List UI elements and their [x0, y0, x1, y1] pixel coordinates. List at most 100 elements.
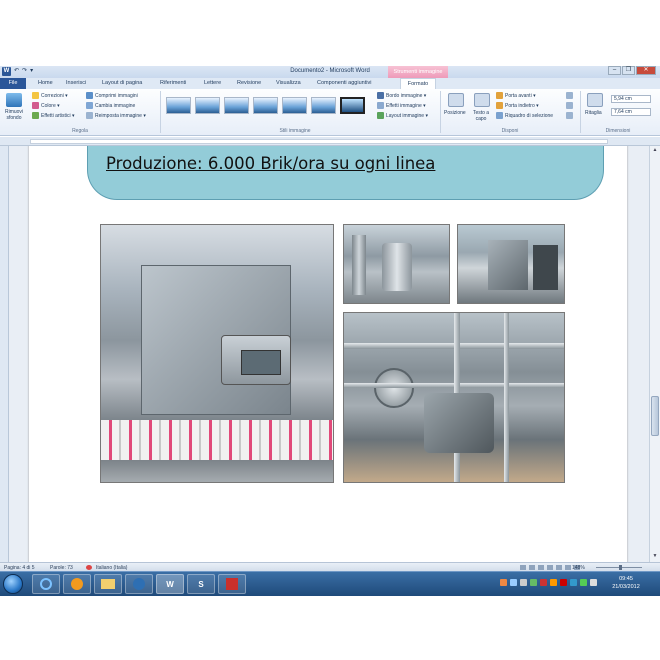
clock-time: 09:45: [619, 576, 633, 582]
group-icon[interactable]: [566, 102, 573, 109]
adjust-group-label: Regola: [72, 128, 88, 134]
layout-icon: [377, 112, 384, 119]
tray-icon[interactable]: [570, 579, 577, 586]
taskbar-ie-icon[interactable]: [32, 574, 60, 594]
tab-page-layout[interactable]: Layout di pagina: [102, 80, 142, 86]
tray-icon[interactable]: [510, 579, 517, 586]
palette-icon: [32, 102, 39, 109]
title-bar: W ↶ ↷ ▾ Documento2 - Microsoft Word Stru…: [0, 66, 660, 78]
taskbar-acrobat-icon[interactable]: [218, 574, 246, 594]
position-button[interactable]: Posizione: [444, 110, 466, 116]
horizontal-ruler[interactable]: [0, 137, 660, 146]
tray-icon[interactable]: [530, 579, 537, 586]
picture-border-button[interactable]: Bordo immagine ▾: [377, 92, 426, 99]
color-button[interactable]: Colore ▾: [32, 102, 60, 109]
tab-home[interactable]: Home: [38, 80, 53, 86]
remove-background-icon[interactable]: [6, 93, 22, 107]
corrections-button[interactable]: Correzioni ▾: [32, 92, 68, 99]
picture-style-thumb-selected[interactable]: [340, 97, 365, 114]
arrange-group-label: Disponi: [501, 128, 519, 134]
selection-pane-icon: [496, 112, 503, 119]
taskbar-media-player-icon[interactable]: [63, 574, 91, 594]
wrap-text-button[interactable]: Testo a capo: [470, 110, 492, 122]
taskbar-skype-icon[interactable]: S: [187, 574, 215, 594]
compress-pictures-button[interactable]: Comprimi immagini: [86, 92, 138, 99]
height-spinner[interactable]: 5,94 cm: [611, 95, 651, 103]
ribbon-separator: [580, 91, 581, 133]
system-clock[interactable]: 09:45 21/03/2012: [606, 575, 646, 591]
effects-icon: [377, 102, 384, 109]
selection-pane-button[interactable]: Riquadro di selezione: [496, 112, 553, 119]
tab-view[interactable]: Visualizza: [276, 80, 301, 86]
tab-mailings[interactable]: Lettere: [204, 80, 221, 86]
tab-references[interactable]: Riferimenti: [160, 80, 186, 86]
scrollbar-thumb[interactable]: [651, 396, 659, 436]
maximize-button[interactable]: ❐: [622, 66, 635, 75]
ribbon-separator: [440, 91, 441, 133]
picture-style-thumb[interactable]: [253, 97, 278, 114]
view-buttons[interactable]: [520, 565, 580, 570]
change-picture-button[interactable]: Cambia immagine: [86, 102, 135, 109]
align-icon[interactable]: [566, 92, 573, 99]
tab-review[interactable]: Revisione: [237, 80, 261, 86]
artistic-effects-button[interactable]: Effetti artistici ▾: [32, 112, 75, 119]
tray-icon[interactable]: [550, 579, 557, 586]
window-title: Documento2 - Microsoft Word: [290, 68, 370, 74]
picture-style-thumb[interactable]: [224, 97, 249, 114]
wrap-text-icon[interactable]: [474, 93, 490, 107]
vertical-ruler[interactable]: [0, 146, 9, 562]
photo-process-tanks[interactable]: [343, 224, 450, 304]
taskbar-explorer-icon[interactable]: [94, 574, 122, 594]
taskbar-network-icon[interactable]: [125, 574, 153, 594]
picture-effects-button[interactable]: Effetti immagine ▾: [377, 102, 426, 109]
tray-icon[interactable]: [540, 579, 547, 586]
scroll-down-icon[interactable]: ▼: [651, 553, 659, 561]
tray-icon[interactable]: [520, 579, 527, 586]
tab-add-ins[interactable]: Componenti aggiuntivi: [317, 80, 371, 86]
photo-production-hall[interactable]: [457, 224, 565, 304]
tray-icon[interactable]: [580, 579, 587, 586]
tray-icon[interactable]: [590, 579, 597, 586]
remove-background-button[interactable]: Rimuovi sfondo: [2, 109, 26, 121]
word-window: W ↶ ↷ ▾ Documento2 - Microsoft Word Stru…: [0, 66, 660, 596]
picture-style-thumb[interactable]: [195, 97, 220, 114]
size-group-label: Dimensioni: [605, 128, 631, 134]
compress-icon: [86, 92, 93, 99]
crop-button[interactable]: Ritaglia: [585, 110, 602, 116]
proofing-icon[interactable]: [86, 565, 92, 570]
bring-forward-button[interactable]: Porta avanti ▾: [496, 92, 536, 99]
taskbar: W S 09:45 21/03/2012: [0, 571, 660, 596]
tray-icon[interactable]: [500, 579, 507, 586]
crop-icon[interactable]: [587, 93, 603, 107]
width-spinner[interactable]: 7,64 cm: [611, 108, 651, 116]
send-backward-icon: [496, 102, 503, 109]
zoom-slider-handle[interactable]: [619, 565, 622, 570]
tray-icon[interactable]: [560, 579, 567, 586]
start-button[interactable]: [3, 574, 23, 594]
document-page[interactable]: Produzione: 6.000 Brik/ora su ogni linea: [29, 146, 627, 562]
minimize-button[interactable]: –: [608, 66, 621, 75]
scroll-up-icon[interactable]: ▲: [651, 147, 659, 155]
document-area[interactable]: Produzione: 6.000 Brik/ora su ogni linea: [9, 146, 649, 562]
photo-filling-machine[interactable]: [100, 224, 334, 483]
photo-piping-system[interactable]: [343, 312, 565, 483]
picture-layout-button[interactable]: Layout immagine ▾: [377, 112, 428, 119]
tab-insert[interactable]: Inserisci: [66, 80, 86, 86]
document-title: Produzione: 6.000 Brik/ora su ogni linea: [106, 154, 436, 173]
position-icon[interactable]: [448, 93, 464, 107]
close-button[interactable]: ✕: [636, 66, 656, 75]
reset-picture-button[interactable]: Reimposta immagine ▾: [86, 112, 146, 119]
ribbon-tabs: File Home Inserisci Layout di pagina Rif…: [0, 78, 660, 89]
taskbar-word-icon[interactable]: W: [156, 574, 184, 594]
send-backward-button[interactable]: Porta indietro ▾: [496, 102, 539, 109]
picture-tools-context-label: Strumenti immagine: [388, 66, 448, 78]
tab-format[interactable]: Formato: [400, 78, 436, 89]
rotate-icon[interactable]: [566, 112, 573, 119]
tab-file[interactable]: File: [0, 78, 26, 89]
picture-style-thumb[interactable]: [166, 97, 191, 114]
ribbon: Rimuovi sfondo Correzioni ▾ Colore ▾ Eff…: [0, 89, 660, 136]
title-banner-shape[interactable]: Produzione: 6.000 Brik/ora su ogni linea: [87, 146, 604, 200]
vertical-scrollbar[interactable]: ▲ ▼: [649, 146, 660, 562]
picture-style-thumb[interactable]: [311, 97, 336, 114]
picture-style-thumb[interactable]: [282, 97, 307, 114]
